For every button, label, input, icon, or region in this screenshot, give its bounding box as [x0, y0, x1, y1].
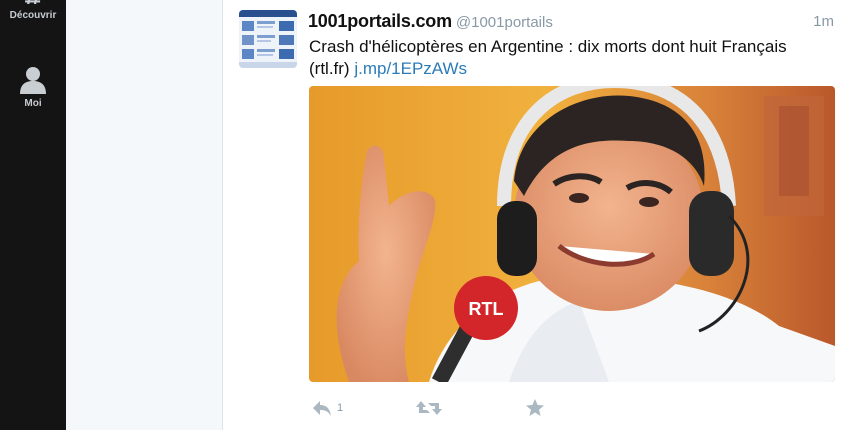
reply-button[interactable] [311, 398, 333, 423]
timestamp[interactable]: 1m [813, 13, 834, 30]
retweet-icon [416, 401, 442, 415]
sidebar-item-label: Moi [24, 98, 42, 109]
retweet-button[interactable] [416, 398, 442, 423]
sidebar-item-me[interactable]: Moi [0, 66, 66, 109]
hashtag-icon: # [0, 0, 66, 4]
sidebar: # Découvrir Moi [0, 0, 66, 430]
tweet-source: (rtl.fr) [309, 59, 350, 78]
tweet-media-image[interactable]: RTL [309, 86, 835, 382]
tweet-header: 1001portails.com @1001portails 1m [308, 11, 838, 33]
left-gutter [66, 0, 222, 430]
sidebar-item-discover[interactable]: # Découvrir [0, 0, 66, 21]
timeline: 1001portails.com @1001portails 1m Crash d… [222, 0, 862, 430]
avatar[interactable] [239, 10, 297, 68]
reply-icon [313, 401, 331, 416]
author-handle[interactable]: @1001portails [456, 14, 553, 31]
tweet-body: Crash d'hélicoptères en Argentine : dix … [309, 37, 787, 56]
tweet-actions: 1 [309, 398, 609, 420]
author-name[interactable]: 1001portails.com [308, 11, 452, 31]
user-icon [20, 67, 46, 94]
favorite-button[interactable] [525, 398, 545, 423]
tweet-link[interactable]: j.mp/1EPzAWs [354, 59, 467, 78]
tweet-text: Crash d'hélicoptères en Argentine : dix … [309, 36, 839, 80]
reply-count: 1 [337, 402, 344, 414]
favorite-star-icon [526, 399, 544, 416]
sidebar-item-label: Découvrir [9, 10, 57, 21]
mic-logo: RTL [469, 299, 504, 319]
